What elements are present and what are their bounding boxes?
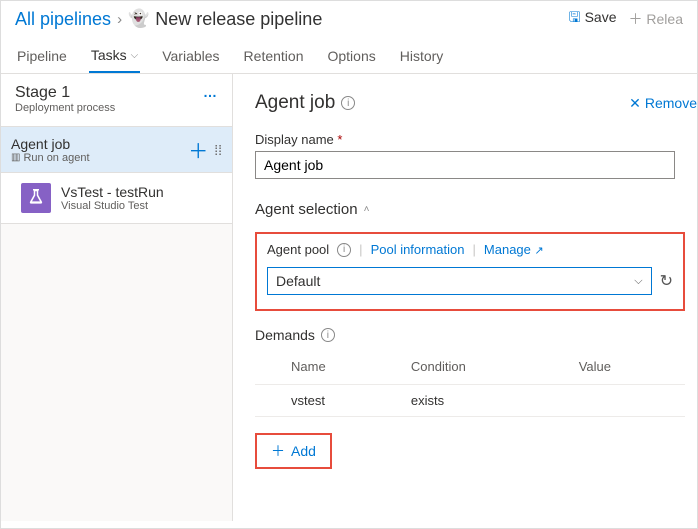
plus-icon: ＋ — [629, 11, 647, 27]
agent-pool-label: Agent pool — [267, 242, 329, 257]
job-row[interactable]: Agent job ▥Run on agent ＋ ⁞⁞ — [1, 126, 232, 173]
chevron-up-icon: ˄ — [364, 204, 370, 215]
pool-info-link[interactable]: Pool information — [371, 242, 465, 257]
external-icon: ↗ — [535, 245, 544, 257]
info-icon[interactable]: i — [341, 96, 355, 110]
remove-button[interactable]: ✕Remove — [629, 95, 697, 112]
job-title: Agent job — [11, 136, 188, 152]
tab-tasks[interactable]: Tasks⌵ — [89, 41, 140, 73]
info-icon[interactable]: i — [321, 328, 335, 342]
display-name-input[interactable] — [255, 151, 675, 179]
breadcrumb-root[interactable]: All pipelines — [15, 9, 111, 30]
tab-pipeline[interactable]: Pipeline — [15, 41, 69, 73]
col-condition: Condition — [403, 353, 571, 385]
demands-table: Name Condition Value vstest exists — [255, 353, 685, 417]
flask-icon — [21, 183, 51, 213]
server-icon: ▥ — [11, 152, 20, 163]
close-icon: ✕ — [629, 95, 641, 112]
detail-heading: Agent job — [255, 92, 335, 114]
drag-handle-icon[interactable]: ⁞⁞ — [214, 148, 222, 152]
tab-options[interactable]: Options — [325, 41, 377, 73]
tab-retention[interactable]: Retention — [242, 41, 306, 73]
sidebar: Stage 1 Deployment process … Agent job ▥… — [1, 74, 233, 521]
chevron-right-icon: › — [117, 11, 122, 28]
table-row[interactable]: vstest exists — [255, 385, 685, 417]
display-name-label: Display name — [255, 132, 697, 147]
agent-pool-box: Agent pool i | Pool information | Manage… — [255, 232, 685, 311]
stage-subtitle: Deployment process — [15, 102, 115, 114]
stage-title: Stage 1 — [15, 84, 115, 102]
plus-icon: ＋ — [271, 441, 285, 461]
col-value: Value — [571, 353, 685, 385]
stage-header[interactable]: Stage 1 Deployment process … — [1, 74, 232, 126]
tabs: Pipeline Tasks⌵ Variables Retention Opti… — [1, 35, 697, 74]
col-name: Name — [283, 353, 403, 385]
save-icon: 🖫 — [569, 9, 581, 25]
demands-label: Demands — [255, 327, 315, 343]
manage-link[interactable]: Manage ↗ — [484, 242, 544, 257]
page-title: New release pipeline — [155, 9, 322, 30]
task-title: VsTest - testRun — [61, 184, 164, 200]
refresh-icon[interactable]: ↻ — [660, 271, 673, 291]
add-task-icon[interactable]: ＋ — [188, 135, 208, 164]
release-button[interactable]: ＋ Relea — [629, 9, 683, 29]
save-button[interactable]: 🖫Save — [569, 7, 617, 31]
tab-history[interactable]: History — [398, 41, 446, 73]
add-button[interactable]: ＋ Add — [255, 433, 332, 469]
tab-variables[interactable]: Variables — [160, 41, 221, 73]
job-subtitle: Run on agent — [23, 152, 89, 164]
pipeline-icon: 👻 — [128, 9, 149, 29]
info-icon[interactable]: i — [337, 243, 351, 257]
breadcrumb: All pipelines › 👻 New release pipeline 🖫… — [1, 1, 697, 35]
chevron-down-icon: ⌵ — [634, 275, 642, 288]
chevron-down-icon: ⌵ — [131, 50, 139, 61]
task-row[interactable]: VsTest - testRun Visual Studio Test — [1, 173, 232, 224]
detail-panel: Agent job i ✕Remove Display name Agent se… — [233, 74, 697, 521]
agent-pool-select[interactable]: Default ⌵ — [267, 267, 652, 295]
agent-selection-toggle[interactable]: Agent selection ˄ — [255, 201, 697, 218]
task-subtitle: Visual Studio Test — [61, 200, 164, 212]
more-icon[interactable]: … — [203, 84, 218, 100]
